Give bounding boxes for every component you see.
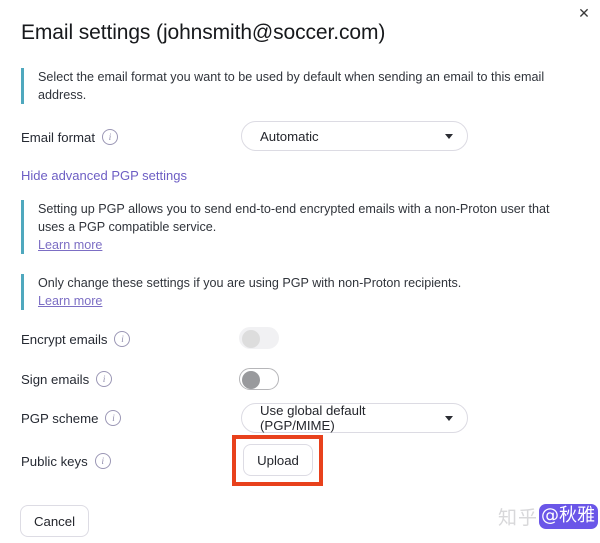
pgp-scheme-selected-value: Use global default (PGP/MIME) (260, 403, 366, 433)
watermark-site: 知乎 (497, 507, 538, 529)
info-note-pgp-warning: Only change these settings if you are us… (21, 274, 561, 310)
close-icon[interactable]: ✕ (573, 2, 595, 24)
encrypt-emails-toggle[interactable] (239, 327, 279, 349)
info-icon[interactable]: i (114, 331, 131, 347)
pgp-scheme-select[interactable]: Use global default (PGP/MIME) (241, 403, 468, 433)
sign-emails-label: Sign emails i (21, 371, 113, 387)
info-note-text: Setting up PGP allows you to send end-to… (38, 202, 550, 234)
pgp-scheme-label-text: PGP scheme (21, 410, 99, 426)
email-settings-modal: ✕ Email settings (johnsmith@soccer.com) … (0, 0, 600, 543)
info-note-email-format: Select the email format you want to be u… (21, 68, 551, 104)
info-note-text: Select the email format you want to be u… (38, 70, 545, 102)
email-format-label: Email format i (21, 129, 119, 145)
email-format-select[interactable]: Automatic (241, 121, 468, 151)
encrypt-emails-label-text: Encrypt emails (21, 331, 108, 347)
chevron-down-icon (445, 415, 453, 421)
info-note-text: Only change these settings if you are us… (38, 276, 462, 290)
info-icon[interactable]: i (94, 453, 111, 469)
learn-more-link[interactable]: Learn more (38, 236, 102, 254)
email-format-selected-value: Automatic (260, 128, 319, 144)
watermark: 知乎 @秋雅 (498, 503, 598, 530)
info-icon[interactable]: i (96, 371, 113, 387)
cancel-button[interactable]: Cancel (20, 505, 89, 537)
sign-emails-toggle[interactable] (239, 368, 279, 390)
info-note-pgp-setup: Setting up PGP allows you to send end-to… (21, 200, 561, 254)
public-keys-label-text: Public keys (21, 453, 88, 469)
upload-button[interactable]: Upload (243, 444, 313, 476)
public-keys-label: Public keys i (21, 453, 111, 469)
learn-more-link[interactable]: Learn more (38, 292, 102, 310)
email-format-label-text: Email format (21, 129, 96, 145)
toggle-knob (242, 330, 260, 348)
pgp-scheme-label: PGP scheme i (21, 410, 122, 426)
info-icon[interactable]: i (105, 410, 122, 426)
watermark-handle: @秋雅 (539, 504, 598, 529)
info-icon[interactable]: i (102, 129, 119, 145)
toggle-knob (242, 371, 260, 389)
hide-advanced-pgp-settings-link[interactable]: Hide advanced PGP settings (21, 168, 187, 183)
page-title: Email settings (johnsmith@soccer.com) (21, 21, 386, 44)
chevron-down-icon (445, 133, 453, 139)
sign-emails-label-text: Sign emails (21, 371, 90, 387)
encrypt-emails-label: Encrypt emails i (21, 331, 131, 347)
